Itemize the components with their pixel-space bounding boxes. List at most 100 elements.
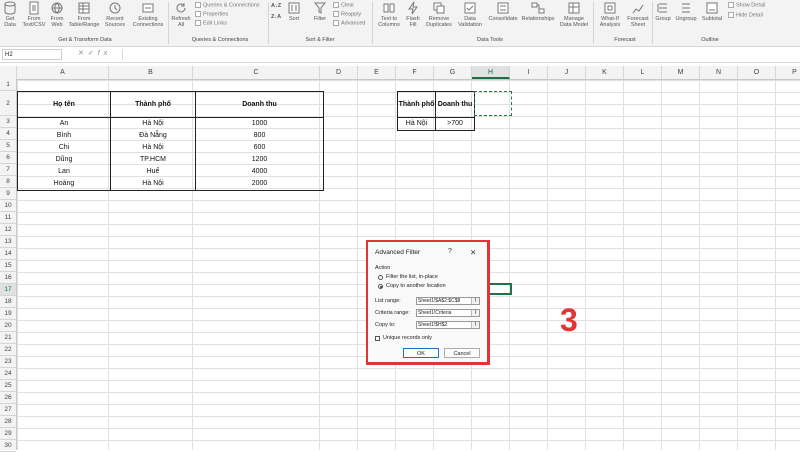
what-if-analysis-button[interactable]: What-If Analysis xyxy=(596,1,624,28)
row-header-17[interactable]: 17 xyxy=(0,284,16,296)
column-header-g[interactable]: G xyxy=(434,66,472,79)
column-header-p[interactable]: P xyxy=(776,66,800,79)
cell-city[interactable]: Đà Nẵng xyxy=(110,130,196,142)
row-header-4[interactable]: 4 xyxy=(0,128,16,140)
criteria-city[interactable]: Hà Nội xyxy=(397,117,436,131)
row-header-5[interactable]: 5 xyxy=(0,140,16,152)
row-header-1[interactable]: 1 xyxy=(0,79,16,91)
recent-sources-button[interactable]: Recent Sources xyxy=(102,1,128,28)
confirm-entry-icon[interactable]: ✓ xyxy=(88,50,98,57)
row-header-10[interactable]: 10 xyxy=(0,200,16,212)
data-validation-button[interactable]: Data Validation xyxy=(455,1,485,28)
edit-links-button[interactable]: Edit Links xyxy=(195,20,227,27)
row-header-15[interactable]: 15 xyxy=(0,260,16,272)
cell-name[interactable]: An xyxy=(17,117,111,130)
row-header-24[interactable]: 24 xyxy=(0,368,16,380)
row-header-28[interactable]: 28 xyxy=(0,416,16,428)
cell-revenue[interactable]: 2000 xyxy=(195,178,324,191)
column-header-f[interactable]: F xyxy=(396,66,434,79)
row-header-8[interactable]: 8 xyxy=(0,176,16,188)
filter-button[interactable]: Filter xyxy=(312,1,328,22)
cell-name[interactable]: Bình xyxy=(17,130,111,142)
sort-az-button[interactable]: A↓Z xyxy=(271,3,281,10)
criteria-range-input[interactable]: Sheet1!Criteria ⭱ xyxy=(416,309,480,317)
row-header-12[interactable]: 12 xyxy=(0,224,16,236)
cell-revenue[interactable]: 4000 xyxy=(195,166,324,178)
column-header-j[interactable]: J xyxy=(548,66,586,79)
cancel-button[interactable]: Cancel xyxy=(444,348,480,358)
reapply-button[interactable]: Reapply xyxy=(333,11,361,18)
consolidate-button[interactable]: Consolidate xyxy=(487,1,519,22)
row-header-26[interactable]: 26 xyxy=(0,392,16,404)
copy-to-input[interactable]: Sheet1!$H$2 ⭱ xyxy=(416,321,480,329)
row-header-3[interactable]: 3 xyxy=(0,116,16,128)
existing-connections-button[interactable]: Existing Connections xyxy=(131,1,165,28)
collapse-dialog-icon[interactable]: ⭱ xyxy=(471,310,479,316)
function-icon[interactable]: fx xyxy=(98,50,111,57)
cell-city[interactable]: TP.HCM xyxy=(110,154,196,166)
row-header-30[interactable]: 30 xyxy=(0,440,16,452)
forecast-sheet-button[interactable]: Forecast Sheet xyxy=(626,1,650,28)
manage-data-model-button[interactable]: Manage Data Model xyxy=(558,1,590,28)
cell-city[interactable]: Hà Nội xyxy=(110,142,196,154)
hide-detail-button[interactable]: Hide Detail xyxy=(728,12,763,19)
column-header-i[interactable]: I xyxy=(510,66,548,79)
row-header-7[interactable]: 7 xyxy=(0,164,16,176)
cell-name[interactable]: Hoàng xyxy=(17,178,111,191)
cell-city[interactable]: Huế xyxy=(110,166,196,178)
get-data-button[interactable]: Get Data xyxy=(2,1,18,28)
collapse-dialog-icon[interactable]: ⭱ xyxy=(471,298,479,304)
cell-name[interactable]: Dũng xyxy=(17,154,111,166)
column-header-a[interactable]: A xyxy=(17,66,109,79)
queries-connections-button[interactable]: Queries & Connections xyxy=(195,2,260,9)
column-header-d[interactable]: D xyxy=(320,66,358,79)
flash-fill-button[interactable]: Flash Fill xyxy=(404,1,422,28)
row-header-29[interactable]: 29 xyxy=(0,428,16,440)
column-header-c[interactable]: C xyxy=(193,66,320,79)
column-header-n[interactable]: N xyxy=(700,66,738,79)
row-header-9[interactable]: 9 xyxy=(0,188,16,200)
from-web-button[interactable]: From Web xyxy=(48,1,66,28)
column-header-b[interactable]: B xyxy=(109,66,193,79)
cancel-entry-icon[interactable]: ✕ xyxy=(78,50,88,57)
cell-revenue[interactable]: 800 xyxy=(195,130,324,142)
row-header-13[interactable]: 13 xyxy=(0,236,16,248)
column-header-e[interactable]: E xyxy=(358,66,396,79)
refresh-all-button[interactable]: Refresh All xyxy=(170,1,192,28)
properties-button[interactable]: Properties xyxy=(195,11,228,18)
from-table-range-button[interactable]: From Table/Range xyxy=(68,1,100,28)
column-header-h[interactable]: H xyxy=(472,66,510,79)
row-header-20[interactable]: 20 xyxy=(0,320,16,332)
name-box[interactable]: H2 xyxy=(2,49,62,60)
remove-duplicates-button[interactable]: Remove Duplicates xyxy=(424,1,454,28)
unique-records-checkbox[interactable] xyxy=(375,336,380,341)
row-header-21[interactable]: 21 xyxy=(0,332,16,344)
help-icon[interactable]: ? xyxy=(448,248,452,255)
cell-city[interactable]: Hà Nội xyxy=(110,178,196,191)
row-header-19[interactable]: 19 xyxy=(0,308,16,320)
row-header-16[interactable]: 16 xyxy=(0,272,16,284)
column-header-k[interactable]: K xyxy=(586,66,624,79)
cell-revenue[interactable]: 600 xyxy=(195,142,324,154)
text-to-columns-button[interactable]: Text to Columns xyxy=(376,1,402,28)
relationships-button[interactable]: Relationships xyxy=(520,1,556,22)
group-button[interactable]: Group xyxy=(654,1,672,22)
row-header-27[interactable]: 27 xyxy=(0,404,16,416)
row-header-14[interactable]: 14 xyxy=(0,248,16,260)
row-header-2[interactable]: 2 xyxy=(0,91,16,116)
row-header-22[interactable]: 22 xyxy=(0,344,16,356)
header-doanh-thu[interactable]: Doanh thu xyxy=(195,91,324,118)
collapse-dialog-icon[interactable]: ⭱ xyxy=(471,322,479,328)
column-header-o[interactable]: O xyxy=(738,66,776,79)
criteria-revenue[interactable]: >700 xyxy=(435,117,475,131)
ok-button[interactable]: OK xyxy=(403,348,439,358)
close-icon[interactable]: ✕ xyxy=(470,248,476,257)
criteria-header-city[interactable]: Thành phố xyxy=(397,91,436,118)
row-header-18[interactable]: 18 xyxy=(0,296,16,308)
header-ho-ten[interactable]: Họ tên xyxy=(17,91,111,118)
select-all-corner[interactable] xyxy=(0,66,17,79)
sort-za-button[interactable]: Z↓A xyxy=(271,14,281,21)
cell-revenue[interactable]: 1200 xyxy=(195,154,324,166)
advanced-button[interactable]: Advanced xyxy=(333,20,365,27)
row-header-11[interactable]: 11 xyxy=(0,212,16,224)
